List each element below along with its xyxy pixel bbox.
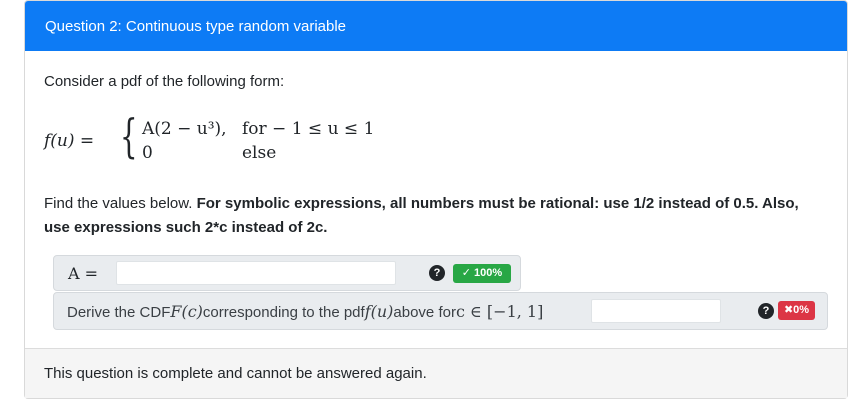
- answer-row-cdf: Derive the CDFF(c)corresponding to the p…: [53, 292, 828, 330]
- question-header: Question 2: Continuous type random varia…: [25, 1, 847, 51]
- formula-case2-expr: 0: [142, 143, 153, 163]
- formula-lhs: f(u) =: [44, 131, 95, 151]
- formula-brace: {: [120, 109, 138, 163]
- score-badge-100: ✓ 100%: [453, 264, 511, 283]
- answer-a-input[interactable]: [116, 261, 396, 285]
- cdf-label-fu: f(u): [364, 302, 394, 321]
- question-title: Question 2: Continuous type random varia…: [45, 17, 347, 35]
- instructions: Find the values below. For symbolic expr…: [44, 192, 824, 240]
- cdf-label-part1: Derive the CDF: [67, 304, 171, 321]
- question-body: Consider a pdf of the following form: f(…: [25, 51, 847, 348]
- answer-a-label: A =: [68, 264, 99, 283]
- footer-text: This question is complete and cannot be …: [44, 365, 427, 382]
- cdf-label-part3: above for: [393, 304, 456, 321]
- answer-cdf-input[interactable]: [591, 299, 721, 323]
- formula-case2-cond: else: [242, 143, 277, 163]
- score-badge-0: ✖0%: [778, 301, 815, 320]
- intro-text: Consider a pdf of the following form:: [44, 73, 285, 90]
- cdf-label-fc: F(c): [170, 302, 203, 321]
- instructions-plain: Find the values below.: [44, 195, 197, 212]
- question-card: Question 2: Continuous type random varia…: [24, 0, 848, 399]
- formula-case1-expr: A(2 − u³),: [142, 119, 227, 139]
- question-circle-icon[interactable]: ?: [758, 303, 774, 319]
- question-footer: This question is complete and cannot be …: [25, 348, 847, 398]
- answer-row-a: A = ? ✓ 100%: [53, 255, 521, 291]
- answer-cdf-label: Derive the CDFF(c)corresponding to the p…: [67, 302, 543, 321]
- formula-case1-cond: for − 1 ≤ u ≤ 1: [242, 119, 375, 139]
- cdf-label-part2: corresponding to the pdf: [202, 304, 365, 321]
- question-circle-icon[interactable]: ?: [429, 265, 445, 281]
- cdf-label-range: c ∈ [−1, 1]: [455, 302, 544, 321]
